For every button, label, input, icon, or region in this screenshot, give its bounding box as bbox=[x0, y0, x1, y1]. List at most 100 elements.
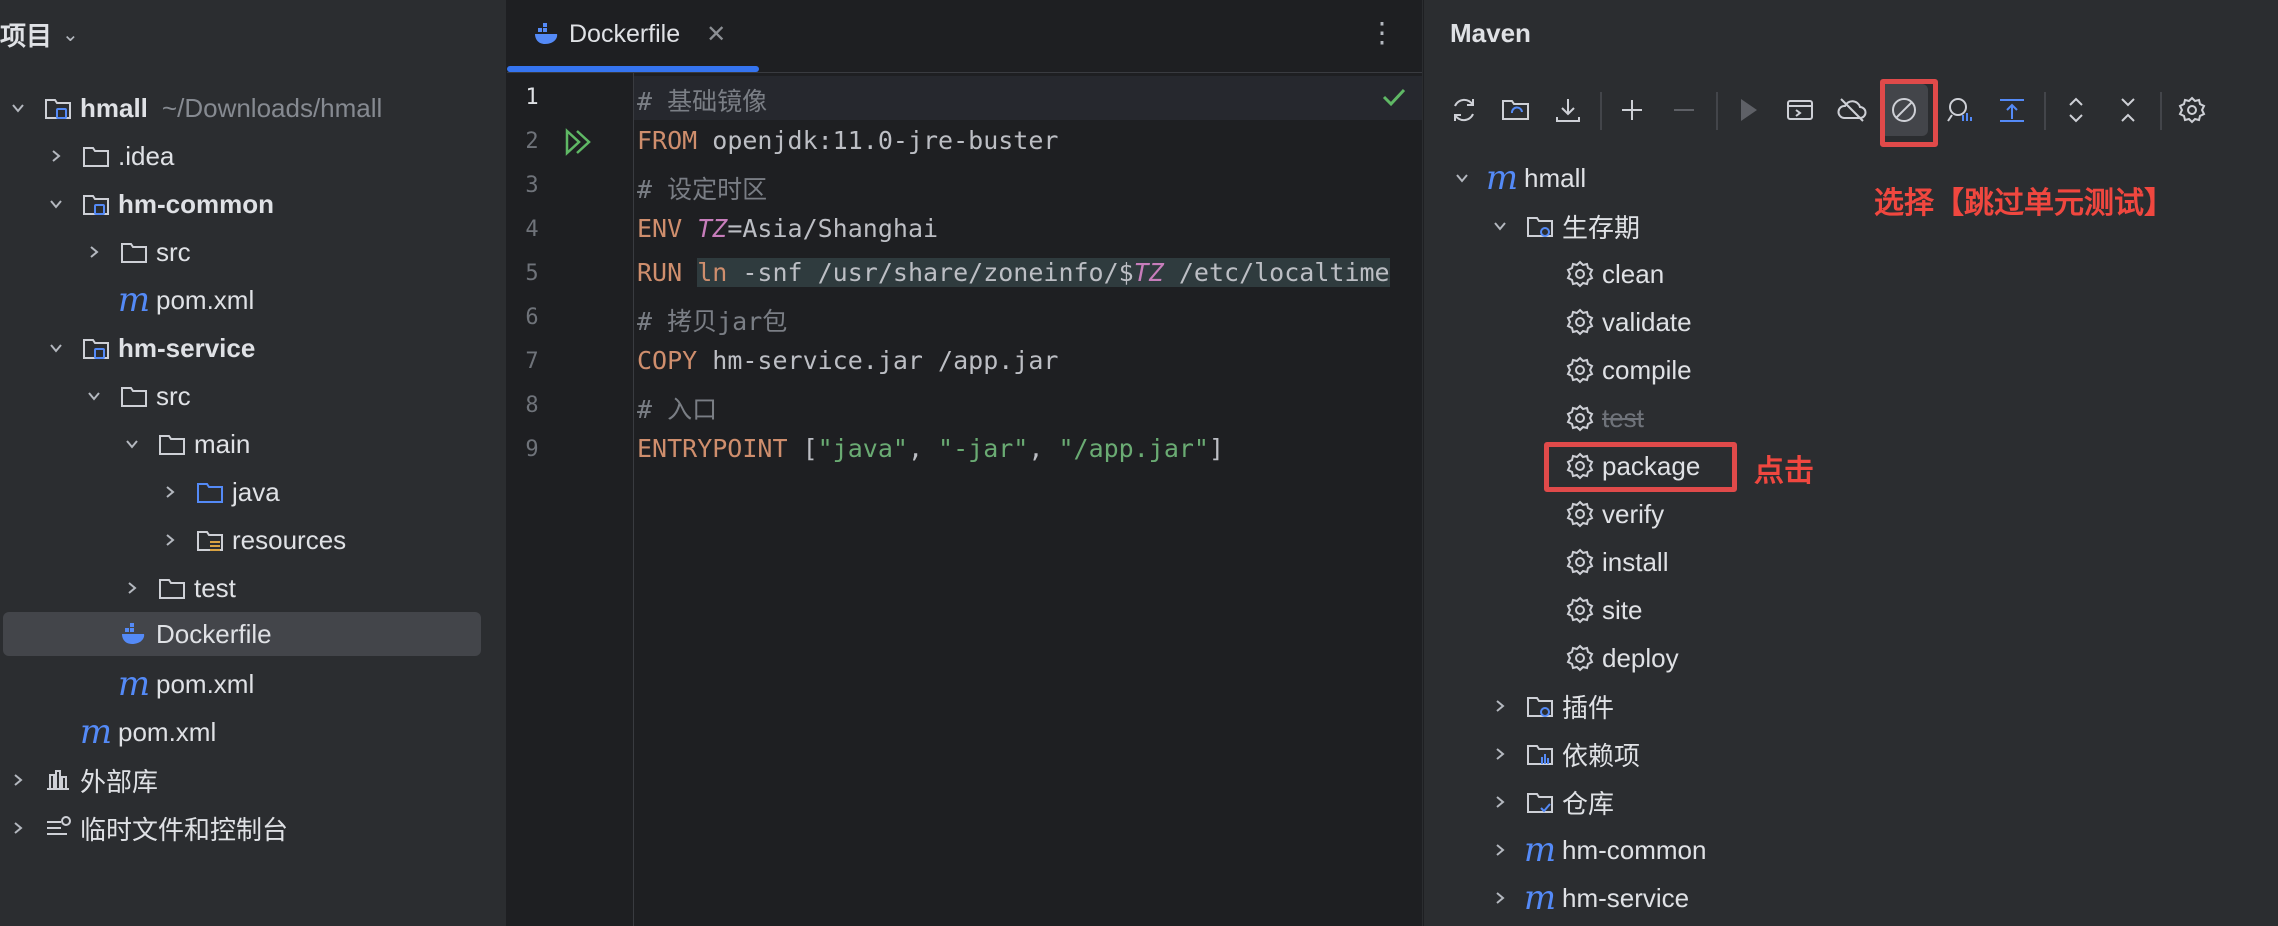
tree-item-dockerfile[interactable]: Dockerfile bbox=[3, 612, 481, 656]
collapse-all-icon[interactable] bbox=[2104, 84, 2152, 136]
code-line-2[interactable]: FROM openjdk:11.0-jre-buster bbox=[637, 126, 1058, 155]
code-line-5[interactable]: RUN ln -snf /usr/share/zoneinfo/$TZ /etc… bbox=[637, 258, 1390, 287]
tree-item-hm-common[interactable]: hm-common bbox=[46, 182, 274, 226]
maven-plugins[interactable]: 插件 bbox=[1490, 684, 1614, 728]
goal-install[interactable]: install bbox=[1564, 540, 1668, 584]
goal-test[interactable]: test bbox=[1564, 396, 1644, 440]
tree-item-resources[interactable]: resources bbox=[160, 518, 346, 562]
analyze-dependencies-icon[interactable] bbox=[1936, 84, 1984, 136]
tree-item-java[interactable]: java bbox=[160, 470, 280, 514]
goal-verify[interactable]: verify bbox=[1564, 492, 1664, 536]
chevron-down-icon[interactable]: ⌄ bbox=[62, 22, 79, 47]
tree-item-pom[interactable]: m pom.xml bbox=[80, 710, 216, 754]
check-icon[interactable] bbox=[1379, 82, 1409, 112]
scratches-icon bbox=[42, 812, 74, 844]
keyword: COPY bbox=[637, 346, 698, 375]
gear-icon bbox=[1564, 498, 1596, 530]
chevron-right-icon[interactable] bbox=[1490, 792, 1510, 812]
code-line-1[interactable]: # 基础镜像 bbox=[637, 82, 767, 118]
goal-site[interactable]: site bbox=[1564, 588, 1642, 632]
maven-dependencies[interactable]: 依赖项 bbox=[1490, 732, 1640, 776]
chevron-right-icon[interactable] bbox=[84, 242, 104, 262]
settings-icon[interactable] bbox=[2168, 84, 2216, 136]
line-number: 5 bbox=[525, 261, 539, 286]
tree-item-label: hmall bbox=[80, 92, 148, 123]
chevron-right-icon[interactable] bbox=[8, 818, 28, 838]
code-line-9[interactable]: ENTRYPOINT ["java", "-jar", "/app.jar"] bbox=[637, 434, 1224, 463]
chevron-down-icon[interactable] bbox=[122, 434, 142, 454]
chevron-right-icon[interactable] bbox=[8, 770, 28, 790]
run-icon[interactable] bbox=[1724, 84, 1772, 136]
offline-mode-icon[interactable] bbox=[1828, 84, 1876, 136]
expand-all-icon[interactable] bbox=[2052, 84, 2100, 136]
chevron-right-icon[interactable] bbox=[1490, 840, 1510, 860]
chevron-down-icon[interactable] bbox=[1452, 168, 1472, 188]
download-icon[interactable] bbox=[1544, 84, 1592, 136]
maven-panel: Maven 选择【跳过单元测试】 m hmall 生存期 clean valid… bbox=[1423, 0, 2278, 926]
maven-icon: m bbox=[1523, 830, 1557, 870]
chevron-right-icon[interactable] bbox=[46, 146, 66, 166]
remove-icon[interactable] bbox=[1660, 84, 1708, 136]
tree-item-idea[interactable]: .idea bbox=[46, 134, 174, 178]
command: ln bbox=[697, 258, 728, 287]
tree-item-src[interactable]: src bbox=[84, 374, 191, 418]
maven-tree-label: hm-common bbox=[1562, 834, 1707, 865]
goal-clean[interactable]: clean bbox=[1564, 252, 1664, 296]
chevron-right-icon[interactable] bbox=[1490, 888, 1510, 908]
code-text: /etc/localtime bbox=[1163, 258, 1390, 287]
chevron-down-icon[interactable] bbox=[46, 194, 66, 214]
tree-item-pom[interactable]: m pom.xml bbox=[118, 662, 254, 706]
tree-item-main[interactable]: main bbox=[122, 422, 250, 466]
maven-project-hmall[interactable]: m hmall bbox=[1452, 156, 1586, 200]
active-tab-indicator bbox=[507, 66, 759, 72]
chevron-right-icon[interactable] bbox=[1490, 744, 1510, 764]
toolbar-separator bbox=[2160, 92, 2162, 130]
run-icon[interactable] bbox=[563, 127, 597, 157]
tree-item-hmall[interactable]: hmall ~/Downloads/hmall bbox=[8, 86, 382, 130]
chevron-down-icon[interactable] bbox=[84, 386, 104, 406]
maven-module-hm-common[interactable]: m hm-common bbox=[1490, 828, 1706, 872]
reload-icon[interactable] bbox=[1440, 84, 1488, 136]
tree-item-pom[interactable]: m pom.xml bbox=[118, 278, 254, 322]
code-line-6[interactable]: # 拷贝jar包 bbox=[637, 302, 787, 338]
editor-tab-bar: Dockerfile ✕ ⋮ bbox=[507, 0, 1422, 73]
code-line-3[interactable]: # 设定时区 bbox=[637, 170, 767, 206]
close-icon[interactable]: ✕ bbox=[706, 20, 726, 49]
chevron-down-icon[interactable] bbox=[1490, 216, 1510, 236]
tree-item-scratches[interactable]: 临时文件和控制台 bbox=[8, 806, 288, 850]
line-number: 3 bbox=[525, 173, 539, 198]
line-number: 9 bbox=[525, 437, 539, 462]
chevron-right-icon[interactable] bbox=[160, 482, 180, 502]
tab-dockerfile[interactable]: Dockerfile ✕ bbox=[531, 12, 726, 56]
lifecycle-folder-icon bbox=[1524, 210, 1556, 242]
tree-item-src[interactable]: src bbox=[84, 230, 191, 274]
chevron-right-icon[interactable] bbox=[160, 530, 180, 550]
show-dependencies-icon[interactable] bbox=[1988, 84, 2036, 136]
chevron-down-icon[interactable] bbox=[46, 338, 66, 358]
goal-compile[interactable]: compile bbox=[1564, 348, 1692, 392]
maven-lifecycle[interactable]: 生存期 bbox=[1490, 204, 1640, 248]
more-options-icon[interactable]: ⋮ bbox=[1368, 16, 1396, 49]
maven-repositories[interactable]: 仓库 bbox=[1490, 780, 1614, 824]
code-line-7[interactable]: COPY hm-service.jar /app.jar bbox=[637, 346, 1058, 375]
gear-icon bbox=[1564, 546, 1596, 578]
tree-item-hm-service[interactable]: hm-service bbox=[46, 326, 255, 370]
keyword: RUN bbox=[637, 258, 683, 287]
keyword: ENTRYPOINT bbox=[637, 434, 788, 463]
goal-deploy[interactable]: deploy bbox=[1564, 636, 1679, 680]
reload-folder-icon[interactable] bbox=[1492, 84, 1540, 136]
chevron-down-icon[interactable] bbox=[8, 98, 28, 118]
code-line-4[interactable]: ENV TZ=Asia/Shanghai bbox=[637, 214, 938, 243]
goal-label: validate bbox=[1602, 306, 1692, 337]
tree-item-test[interactable]: test bbox=[122, 566, 236, 610]
add-icon[interactable] bbox=[1608, 84, 1656, 136]
project-header[interactable]: 项目 ⌄ bbox=[0, 14, 79, 54]
execute-goal-icon[interactable] bbox=[1776, 84, 1824, 136]
chevron-right-icon[interactable] bbox=[1490, 696, 1510, 716]
goal-validate[interactable]: validate bbox=[1564, 300, 1692, 344]
maven-tree-label: 插件 bbox=[1562, 692, 1615, 723]
chevron-right-icon[interactable] bbox=[122, 578, 142, 598]
code-line-8[interactable]: # 入口 bbox=[637, 390, 717, 426]
tree-item-external-libraries[interactable]: 外部库 bbox=[8, 758, 158, 802]
maven-module-hm-service[interactable]: m hm-service bbox=[1490, 876, 1689, 920]
